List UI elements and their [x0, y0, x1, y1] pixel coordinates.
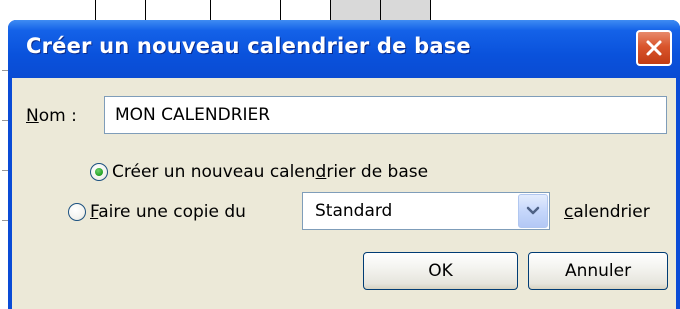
- option-create-new[interactable]: Créer un nouveau calendrier de base: [90, 162, 428, 182]
- background-gridline: [380, 0, 381, 22]
- cancel-button[interactable]: Annuler: [528, 252, 668, 290]
- name-label-mnemonic: N: [26, 106, 39, 126]
- background-gridline: [280, 0, 281, 22]
- calendar-suffix-mnemonic: c: [564, 202, 574, 222]
- calendar-select[interactable]: Standard: [302, 192, 550, 230]
- option-copy-label: Faire une copie du: [90, 202, 246, 222]
- calendar-suffix-label: calendrier: [564, 202, 650, 222]
- dialog-title: Créer un nouveau calendrier de base: [26, 34, 471, 58]
- calendar-suffix-text: alendrier: [573, 202, 650, 222]
- name-label-text: om :: [38, 106, 77, 126]
- background-gridline: [145, 0, 146, 22]
- dialog-body: Nom : Créer un nouveau calendrier de bas…: [12, 78, 676, 309]
- background-left-edge: [0, 22, 8, 309]
- close-button[interactable]: [636, 30, 672, 66]
- option-copy-mnemonic: F: [90, 202, 99, 222]
- option-create-new-mnemonic: d: [315, 162, 327, 182]
- radio-create-new[interactable]: [90, 163, 108, 181]
- chevron-down-icon: [526, 206, 540, 215]
- option-copy[interactable]: Faire une copie du: [68, 202, 246, 222]
- title-bar[interactable]: Créer un nouveau calendrier de base: [8, 20, 680, 78]
- option-create-new-label-end: rier de base: [326, 162, 429, 182]
- new-base-calendar-dialog: Créer un nouveau calendrier de base Nom …: [8, 20, 680, 309]
- name-label: Nom :: [26, 106, 77, 126]
- option-create-new-label-start: Créer un nouveau calen: [112, 162, 316, 182]
- close-icon: [646, 40, 662, 56]
- background-gridline: [330, 0, 331, 22]
- dropdown-button[interactable]: [518, 194, 548, 228]
- screen: Créer un nouveau calendrier de base Nom …: [0, 0, 680, 309]
- option-copy-label-end: aire une copie du: [98, 202, 246, 222]
- background-gridline: [95, 0, 96, 22]
- background-gridline: [210, 0, 211, 22]
- calendar-select-value: Standard: [315, 201, 393, 221]
- background-app: [0, 0, 680, 22]
- option-create-new-label: Créer un nouveau calendrier de base: [112, 162, 428, 182]
- radio-copy[interactable]: [68, 203, 86, 221]
- background-gridline: [430, 0, 431, 22]
- calendar-name-input[interactable]: [104, 96, 667, 134]
- ok-button[interactable]: OK: [363, 252, 518, 290]
